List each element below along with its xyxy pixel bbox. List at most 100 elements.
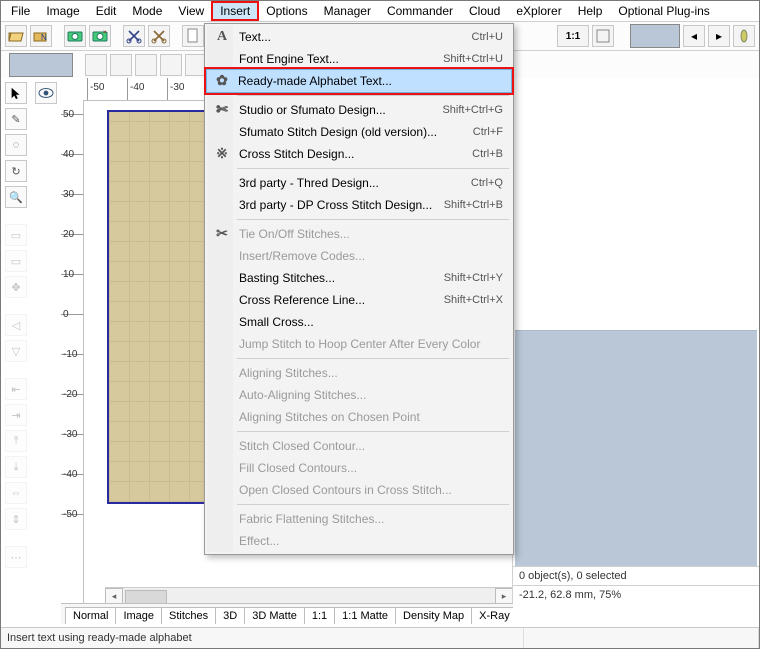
color-preview[interactable] — [9, 53, 73, 77]
center-v-icon[interactable]: ⇕ — [5, 508, 27, 530]
menu-cloud[interactable]: Cloud — [461, 2, 508, 20]
thread-icon[interactable] — [733, 25, 755, 47]
pointer-icon[interactable] — [5, 82, 27, 104]
menu-manager[interactable]: Manager — [316, 2, 379, 20]
menu-view[interactable]: View — [170, 2, 212, 20]
tab-1to1[interactable]: 1:1 — [304, 607, 335, 624]
menu-separator — [237, 168, 509, 169]
menu-help[interactable]: Help — [570, 2, 611, 20]
ruler-v-tick: -40 — [63, 469, 77, 480]
menuitem-shortcut: Shift+Ctrl+B — [444, 199, 503, 211]
menuitem-sfumato-stitch-design-old-version[interactable]: Sfumato Stitch Design (old version)...Ct… — [207, 121, 511, 143]
menuitem-icon: A — [213, 29, 231, 45]
extra-tool-icon[interactable]: ⋯ — [5, 546, 27, 568]
palette-next-icon[interactable]: ▸ — [708, 25, 730, 47]
zoom-1to1-button[interactable]: 1:1 — [557, 25, 589, 47]
panel-preview[interactable] — [515, 330, 757, 567]
menu-options[interactable]: Options — [258, 2, 315, 20]
menuitem-tie-on-off-stitches: ✂Tie On/Off Stitches... — [207, 223, 511, 245]
menuitem-shortcut: Shift+Ctrl+X — [444, 294, 503, 306]
statusbar: Insert text using ready-made alphabet — [1, 627, 759, 648]
menuitem-cross-stitch-design[interactable]: ※Cross Stitch Design...Ctrl+B — [207, 143, 511, 165]
tab-normal[interactable]: Normal — [65, 607, 116, 624]
eye-icon[interactable] — [35, 82, 57, 104]
settings-small-icon[interactable] — [592, 25, 614, 47]
menu-mode[interactable]: Mode — [124, 2, 170, 20]
camera-icon[interactable] — [64, 25, 86, 47]
scrollbar-horizontal[interactable]: ◂ ▸ — [105, 587, 513, 604]
tab-density[interactable]: Density Map — [395, 607, 472, 624]
camera2-icon[interactable]: × — [89, 25, 111, 47]
menu-image[interactable]: Image — [38, 2, 87, 20]
tool-c-icon[interactable] — [135, 54, 157, 76]
tool-b-icon[interactable] — [110, 54, 132, 76]
color-swatch[interactable] — [630, 24, 680, 48]
tab-1to1-matte[interactable]: 1:1 Matte — [334, 607, 396, 624]
ruler-v-tick: 20 — [63, 229, 74, 240]
align-t-icon[interactable]: ⤒ — [5, 430, 27, 452]
scissors2-icon[interactable] — [148, 25, 170, 47]
menuitem-cross-reference-line[interactable]: Cross Reference Line...Shift+Ctrl+X — [207, 289, 511, 311]
menu-edit[interactable]: Edit — [88, 2, 125, 20]
align-b-icon[interactable]: ⤓ — [5, 456, 27, 478]
menuitem-label: Text... — [239, 30, 271, 44]
tool-a-icon[interactable] — [85, 54, 107, 76]
menu-separator — [237, 95, 509, 96]
menu-explorer[interactable]: eXplorer — [508, 2, 569, 20]
menuitem-studio-or-sfumato-design[interactable]: ✄Studio or Sfumato Design...Shift+Ctrl+G — [207, 99, 511, 121]
brush-icon[interactable]: ✎ — [5, 108, 27, 130]
menuitem-ready-made-alphabet-text[interactable]: ✿Ready-made Alphabet Text... — [206, 69, 512, 93]
align-l-icon[interactable]: ⇤ — [5, 378, 27, 400]
tool-d-icon[interactable] — [160, 54, 182, 76]
tab-3d-matte[interactable]: 3D Matte — [244, 607, 305, 624]
menuitem-jump-stitch-to-hoop-center-after-every-color: Jump Stitch to Hoop Center After Every C… — [207, 333, 511, 355]
menu-insert[interactable]: Insert — [212, 2, 258, 20]
menu-commander[interactable]: Commander — [379, 2, 461, 20]
menuitem-3rd-party-thred-design[interactable]: 3rd party - Thred Design...Ctrl+Q — [207, 172, 511, 194]
menuitem-shortcut: Ctrl+U — [472, 31, 503, 43]
svg-text:×: × — [103, 30, 107, 36]
center-h-icon[interactable]: ⇔ — [5, 482, 27, 504]
rect-sel2-icon[interactable]: ▭ — [5, 250, 27, 272]
palette-prev-icon[interactable]: ◂ — [683, 25, 705, 47]
tab-xray[interactable]: X-Ray — [471, 607, 513, 624]
tab-3d[interactable]: 3D — [215, 607, 245, 624]
mirror-h-icon[interactable]: ◁ — [5, 314, 27, 336]
menuitem-label: Small Cross... — [239, 315, 314, 329]
open-icon[interactable] — [5, 25, 27, 47]
menubar: File Image Edit Mode View Insert Options… — [1, 1, 759, 22]
menuitem-font-engine-text[interactable]: Font Engine Text...Shift+Ctrl+U — [207, 48, 511, 70]
zoom-icon[interactable]: 🔍 — [5, 186, 27, 208]
scroll-left-icon[interactable]: ◂ — [105, 588, 123, 604]
rotate-icon[interactable]: ↻ — [5, 160, 27, 182]
scroll-thumb[interactable] — [125, 590, 167, 604]
ruler-h-tick: -50 — [90, 82, 104, 93]
ruler-v-tick: 40 — [63, 149, 74, 160]
ruler-v-tick: -50 — [63, 509, 77, 520]
move-icon[interactable]: ✥ — [5, 276, 27, 298]
menuitem-text[interactable]: A Text... Ctrl+U — [207, 26, 511, 48]
open2-icon[interactable]: N — [30, 25, 52, 47]
lasso-icon[interactable]: ◌ — [5, 134, 27, 156]
menuitem-shortcut: Shift+Ctrl+G — [442, 104, 503, 116]
menuitem-insert-remove-codes: Insert/Remove Codes... — [207, 245, 511, 267]
menuitem-label: Studio or Sfumato Design... — [239, 103, 386, 117]
ruler-v-tick: 10 — [63, 269, 74, 280]
menuitem-3rd-party-dp-cross-stitch-design[interactable]: 3rd party - DP Cross Stitch Design...Shi… — [207, 194, 511, 216]
menuitem-label: Ready-made Alphabet Text... — [238, 74, 392, 88]
menu-plugins[interactable]: Optional Plug-ins — [610, 2, 717, 20]
menuitem-small-cross[interactable]: Small Cross... — [207, 311, 511, 333]
menuitem-basting-stitches[interactable]: Basting Stitches...Shift+Ctrl+Y — [207, 267, 511, 289]
scroll-right-icon[interactable]: ▸ — [495, 588, 513, 604]
doc-icon[interactable] — [182, 25, 204, 47]
scissors-icon[interactable] — [123, 25, 145, 47]
panel-objects[interactable] — [513, 78, 759, 330]
menu-file[interactable]: File — [3, 2, 38, 20]
menuitem-stitch-closed-contour: Stitch Closed Contour... — [207, 435, 511, 457]
view-tabs: Normal Image Stitches 3D 3D Matte 1:1 1:… — [61, 603, 513, 624]
mirror-v-icon[interactable]: ▽ — [5, 340, 27, 362]
tab-image[interactable]: Image — [115, 607, 162, 624]
align-r-icon[interactable]: ⇥ — [5, 404, 27, 426]
rect-sel-icon[interactable]: ▭ — [5, 224, 27, 246]
tab-stitches[interactable]: Stitches — [161, 607, 216, 624]
